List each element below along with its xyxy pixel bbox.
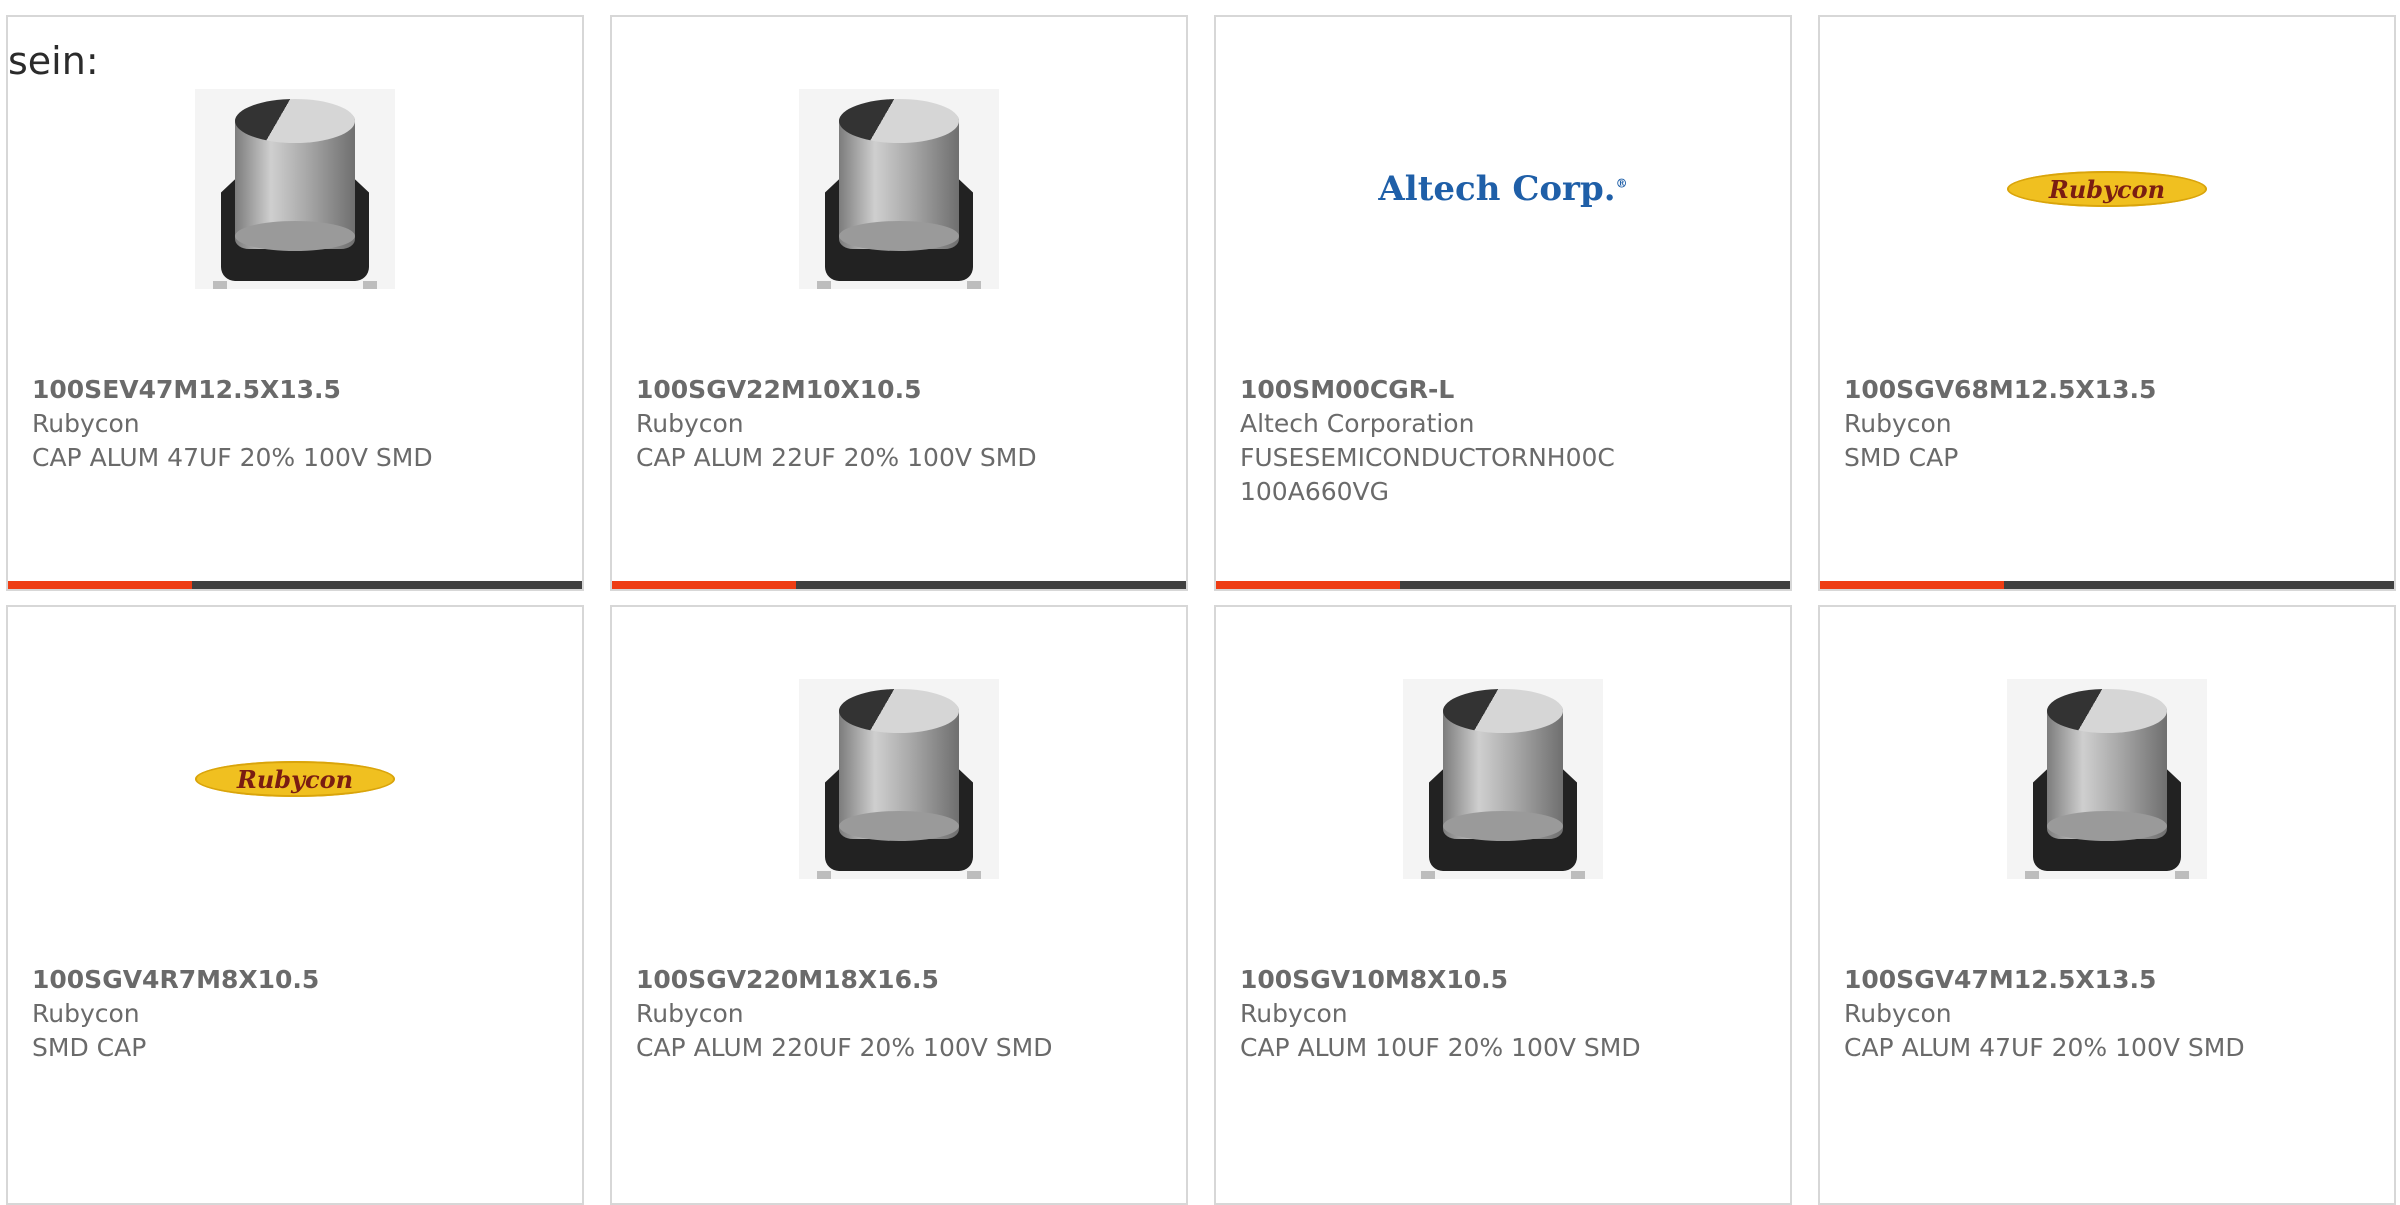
- description: SMD CAP: [1844, 443, 1959, 472]
- manufacturer: Rubycon: [1240, 999, 1348, 1028]
- capacitor-image: [195, 89, 395, 289]
- altech-logo: Altech Corp.®: [1378, 169, 1628, 209]
- product-card[interactable]: 100SEV47M12.5X13.5 Rubycon CAP ALUM 47UF…: [6, 15, 584, 591]
- product-card[interactable]: 100SGV10M8X10.5 Rubycon CAP ALUM 10UF 20…: [1214, 605, 1792, 1205]
- accent-bar: [1216, 581, 1790, 589]
- description: CAP ALUM 47UF 20% 100V SMD: [1844, 1033, 2245, 1062]
- description: CAP ALUM 47UF 20% 100V SMD: [32, 443, 433, 472]
- product-image[interactable]: [1820, 679, 2394, 879]
- manufacturer: Rubycon: [32, 999, 140, 1028]
- manufacturer: Altech Corporation: [1240, 409, 1475, 438]
- product-image[interactable]: Rubycon: [1820, 89, 2394, 289]
- rubycon-logo: Rubycon: [2007, 171, 2207, 207]
- product-card[interactable]: Rubycon 100SGV4R7M8X10.5 Rubycon SMD CAP: [6, 605, 584, 1205]
- product-image[interactable]: Altech Corp.®: [1216, 89, 1790, 289]
- part-number-link[interactable]: 100SGV4R7M8X10.5: [32, 963, 558, 997]
- product-card[interactable]: Altech Corp.® 100SM00CGR-L Altech Corpor…: [1214, 15, 1792, 591]
- product-card[interactable]: 100SGV22M10X10.5 Rubycon CAP ALUM 22UF 2…: [610, 15, 1188, 591]
- capacitor-image: [2007, 679, 2207, 879]
- part-number-link[interactable]: 100SEV47M12.5X13.5: [32, 373, 558, 407]
- manufacturer: Rubycon: [636, 999, 744, 1028]
- description: FUSESEMICONDUCTORNH00C 100A660VG: [1240, 443, 1615, 506]
- product-card[interactable]: 100SGV220M18X16.5 Rubycon CAP ALUM 220UF…: [610, 605, 1188, 1205]
- manufacturer: Rubycon: [1844, 999, 1952, 1028]
- accent-bar: [8, 581, 582, 589]
- accent-bar: [1820, 581, 2394, 589]
- part-number-link[interactable]: 100SGV22M10X10.5: [636, 373, 1162, 407]
- product-card[interactable]: Rubycon 100SGV68M12.5X13.5 Rubycon SMD C…: [1818, 15, 2396, 591]
- product-image[interactable]: [8, 89, 582, 289]
- product-card[interactable]: 100SGV47M12.5X13.5 Rubycon CAP ALUM 47UF…: [1818, 605, 2396, 1205]
- product-image[interactable]: Rubycon: [8, 679, 582, 879]
- part-number-link[interactable]: 100SM00CGR-L: [1240, 373, 1766, 407]
- manufacturer: Rubycon: [636, 409, 744, 438]
- description: CAP ALUM 10UF 20% 100V SMD: [1240, 1033, 1641, 1062]
- rubycon-logo: Rubycon: [195, 761, 395, 797]
- description: CAP ALUM 22UF 20% 100V SMD: [636, 443, 1037, 472]
- description: SMD CAP: [32, 1033, 147, 1062]
- capacitor-image: [799, 679, 999, 879]
- capacitor-image: [1403, 679, 1603, 879]
- product-image[interactable]: [612, 679, 1186, 879]
- intro-text: sein:: [8, 39, 99, 83]
- accent-bar: [612, 581, 1186, 589]
- manufacturer: Rubycon: [1844, 409, 1952, 438]
- part-number-link[interactable]: 100SGV47M12.5X13.5: [1844, 963, 2370, 997]
- capacitor-image: [799, 89, 999, 289]
- part-number-link[interactable]: 100SGV68M12.5X13.5: [1844, 373, 2370, 407]
- product-image[interactable]: [612, 89, 1186, 289]
- part-number-link[interactable]: 100SGV10M8X10.5: [1240, 963, 1766, 997]
- part-number-link[interactable]: 100SGV220M18X16.5: [636, 963, 1162, 997]
- manufacturer: Rubycon: [32, 409, 140, 438]
- product-image[interactable]: [1216, 679, 1790, 879]
- description: CAP ALUM 220UF 20% 100V SMD: [636, 1033, 1053, 1062]
